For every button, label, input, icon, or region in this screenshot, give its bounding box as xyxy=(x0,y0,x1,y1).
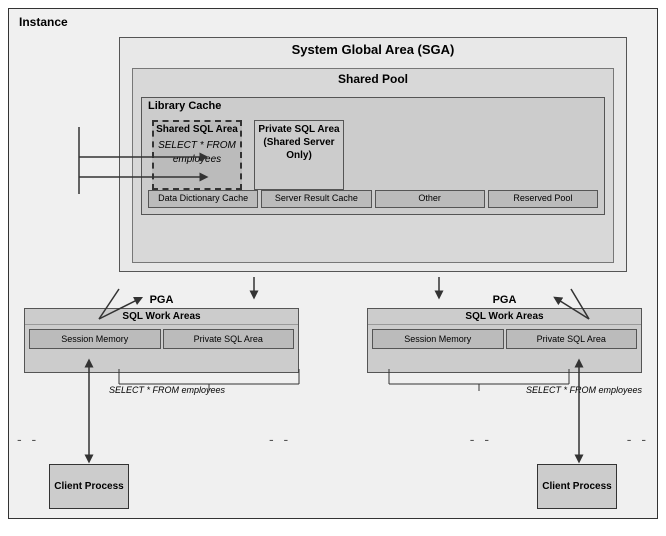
reserved-pool: Reserved Pool xyxy=(488,190,598,208)
left-pga-inner: SQL Work Areas Session Memory Private SQ… xyxy=(24,308,299,373)
right-pga-bottom-row: Session Memory Private SQL Area xyxy=(368,325,641,351)
instance-box: Instance System Global Area (SGA) Shared… xyxy=(8,8,658,519)
left-client-process: Client Process xyxy=(49,464,129,509)
left-pga: PGA SQL Work Areas Session Memory Privat… xyxy=(24,294,299,374)
right-pga: PGA SQL Work Areas Session Memory Privat… xyxy=(367,294,642,374)
main-diagram: Instance System Global Area (SGA) Shared… xyxy=(0,0,666,527)
sga-label: System Global Area (SGA) xyxy=(120,38,626,59)
dash-mid-left: - - xyxy=(269,431,291,447)
right-query-label: SELECT * FROM employees xyxy=(526,385,642,395)
shared-sql-area-box: Shared SQL Area SELECT * FROM employees xyxy=(152,120,242,190)
left-session-memory: Session Memory xyxy=(29,329,161,349)
library-cache-label: Library Cache xyxy=(142,98,604,114)
data-dictionary-cache: Data Dictionary Cache xyxy=(148,190,258,208)
shared-sql-text: SELECT * FROM employees xyxy=(154,137,240,169)
left-pga-label: PGA xyxy=(24,294,299,306)
server-result-cache: Server Result Cache xyxy=(261,190,371,208)
shared-pool-label: Shared Pool xyxy=(133,69,613,88)
dash-left: - - xyxy=(17,431,39,447)
right-client-process: Client Process xyxy=(537,464,617,509)
library-cache-bottom-row: Data Dictionary Cache Server Result Cach… xyxy=(148,190,598,208)
left-query-label: SELECT * FROM employees xyxy=(109,385,225,395)
dash-right: - - xyxy=(627,431,649,447)
shared-sql-label: Shared SQL Area xyxy=(154,122,240,137)
dash-mid-right: - - xyxy=(470,431,492,447)
shared-pool-box: Shared Pool Library Cache Shared SQL Are… xyxy=(132,68,614,263)
instance-label: Instance xyxy=(19,15,68,29)
sga-box: System Global Area (SGA) Shared Pool Lib… xyxy=(119,37,627,272)
right-sql-work-areas-title: SQL Work Areas xyxy=(368,309,641,325)
right-pga-inner: SQL Work Areas Session Memory Private SQ… xyxy=(367,308,642,373)
private-sql-area-box: Private SQL Area (Shared Server Only) xyxy=(254,120,344,190)
left-pga-bottom-row: Session Memory Private SQL Area xyxy=(25,325,298,351)
right-pga-label: PGA xyxy=(367,294,642,306)
private-sql-label: Private SQL Area (Shared Server Only) xyxy=(255,121,343,162)
right-session-memory: Session Memory xyxy=(372,329,504,349)
left-sql-work-areas-title: SQL Work Areas xyxy=(25,309,298,325)
right-private-sql-area: Private SQL Area xyxy=(506,329,638,349)
left-private-sql-area: Private SQL Area xyxy=(163,329,295,349)
library-cache-box: Library Cache Shared SQL Area SELECT * F… xyxy=(141,97,605,215)
other-item: Other xyxy=(375,190,485,208)
